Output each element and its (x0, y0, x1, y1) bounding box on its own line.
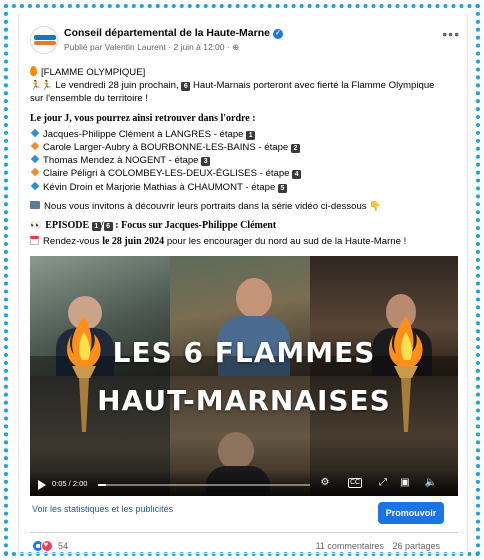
fullscreen-icon[interactable]: ⤢ (376, 476, 390, 490)
page-name-link[interactable]: Conseil départemental de la Haute-Marne ✓ (64, 27, 283, 39)
calendar-emoji-icon (30, 236, 39, 246)
text-rdv-a: Rendez-vous (43, 236, 100, 248)
page-name[interactable]: Conseil départemental de la Haute-Marne (64, 27, 270, 39)
blue-diamond-icon (30, 128, 40, 138)
shares-count[interactable]: 26 partages (392, 541, 440, 551)
logo-stripe-blue (34, 35, 56, 40)
comments-count[interactable]: 11 commentaires (316, 541, 384, 551)
promote-button[interactable]: Promouvoir (378, 502, 444, 524)
text-line-order: Le jour J, vous pourrez ainsi retrouver … (30, 112, 458, 125)
text-line-intro-cont: sur l'ensemble du territoire ! (30, 92, 458, 105)
orange-diamond-icon (30, 168, 40, 177)
relay-text: Thomas Mendez à NOGENT - étape (43, 155, 199, 167)
volume-icon[interactable]: 🔈 (424, 476, 438, 490)
video-title-line2: HAUT-MARNAISES (97, 384, 391, 417)
text-invite: Nous vous invitons à découvrir leurs por… (44, 200, 367, 212)
text-intro-c: sur l'ensemble du territoire ! (30, 93, 149, 105)
engagement-counts: 11 commentaires 26 partages (310, 541, 440, 551)
text-line-invite: Nous vous invitons à découvrir leurs por… (30, 200, 458, 213)
post-meta-text: Publié par Valentin Laurent · 2 juin à 1… (64, 42, 233, 52)
pointing-down-emoji-icon: 👇 (369, 200, 382, 212)
text-line-intro: 🏃🏃 Le vendredi 28 juin prochain, 6 Haut-M… (30, 79, 458, 92)
love-reaction-icon (41, 540, 53, 552)
relay-text: Claire Péligri à COLOMBEY-LES-DEUX-ÉGLIS… (43, 168, 290, 180)
runner-emoji-icon: 🏃🏃 (30, 80, 53, 91)
stats-link[interactable]: Voir les statistiques et les publicités (32, 504, 173, 514)
relay-text: Jacques-Philippe Clément à LANGRES - éta… (43, 128, 244, 140)
video-controls: 0:05 / 2:00 ⚙ CC ⤢ ▣ 🔈 (30, 470, 458, 496)
number-badge: 1 (246, 130, 256, 140)
video-player[interactable]: LES 6 FLAMMES HAUT-MARNAISES 0:05 / 2:00… (30, 256, 458, 496)
post-header: Conseil départemental de la Haute-Marne ✓… (30, 24, 460, 60)
text-line-rdv: Rendez-vous le 28 juin 2024 pour les enc… (30, 235, 458, 248)
person-head (236, 278, 272, 318)
relay-item: Jacques-Philippe Clément à LANGRES - éta… (30, 128, 458, 141)
blue-diamond-icon (30, 181, 40, 190)
post-text: [FLAMME OLYMPIQUE] 🏃🏃 Le vendredi 28 juin… (30, 66, 458, 248)
relay-item: Thomas Mendez à NOGENT - étape 3 (30, 154, 458, 167)
relay-item: Carole Larger-Aubry à BOURBONNE-LES-BAIN… (30, 141, 458, 154)
text-rdv-date: le 28 juin 2024 (102, 236, 165, 248)
fire-emoji-icon (30, 66, 37, 76)
page-avatar[interactable] (30, 26, 58, 54)
text-episode-label: EPISODE (45, 220, 90, 232)
post-card: Conseil départemental de la Haute-Marne ✓… (20, 14, 466, 552)
number-badge: 5 (277, 183, 287, 193)
relay-text: Kévin Droin et Marjorie Mathias à CHAUMO… (43, 181, 276, 193)
relay-item: Kévin Droin et Marjorie Mathias à CHAUMO… (30, 181, 458, 194)
text-line-heading: [FLAMME OLYMPIQUE] (30, 66, 458, 79)
reaction-count: 54 (58, 541, 69, 551)
video-title-line1: LES 6 FLAMMES (112, 336, 376, 369)
text-order-heading: Le jour J, vous pourrez ainsi retrouver … (30, 112, 256, 124)
blue-diamond-icon (30, 154, 40, 164)
number-badge: 3 (201, 157, 211, 167)
post-meta: Publié par Valentin Laurent · 2 juin à 1… (64, 42, 239, 53)
video-progress-fill (98, 484, 107, 486)
tv-emoji-icon (30, 200, 40, 209)
number-badge: 6 (181, 82, 191, 92)
text-line-episode: 👀 EPISODE 1/6 : Focus sur Jacques-Philipp… (30, 219, 458, 232)
number-badge: 4 (292, 170, 302, 180)
text-rdv-b: pour les encourager du nord au sud de la… (166, 236, 407, 248)
video-time: 0:05 / 2:00 (52, 479, 88, 488)
number-badge: 6 (103, 222, 113, 232)
number-badge: 1 (91, 222, 101, 232)
relay-item: Claire Péligri à COLOMBEY-LES-DEUX-ÉGLIS… (30, 167, 458, 180)
globe-icon: ⊕ (232, 42, 240, 52)
number-badge: 2 (290, 144, 300, 154)
more-options-icon[interactable]: ••• (442, 26, 460, 42)
text-intro-a: Le vendredi 28 juin prochain, (55, 80, 179, 92)
logo-stripe-orange (34, 41, 56, 45)
settings-icon[interactable]: ⚙ (318, 476, 332, 490)
text-intro-b: Haut-Marnais porteront avec fierté la Fl… (192, 80, 435, 92)
orange-diamond-icon (30, 141, 40, 151)
verified-icon: ✓ (272, 29, 283, 39)
text-episode-title: : Focus sur Jacques-Philippe Clément (115, 220, 277, 232)
eyes-emoji-icon: 👀 (30, 220, 42, 231)
video-progress-bar[interactable] (98, 484, 310, 486)
text-heading: [FLAMME OLYMPIQUE] (41, 67, 146, 78)
relay-text: Carole Larger-Aubry à BOURBONNE-LES-BAIN… (43, 142, 289, 154)
pip-icon[interactable]: ▣ (398, 476, 412, 490)
divider (30, 532, 458, 533)
play-icon[interactable] (38, 480, 46, 490)
captions-icon[interactable]: CC (348, 478, 362, 488)
